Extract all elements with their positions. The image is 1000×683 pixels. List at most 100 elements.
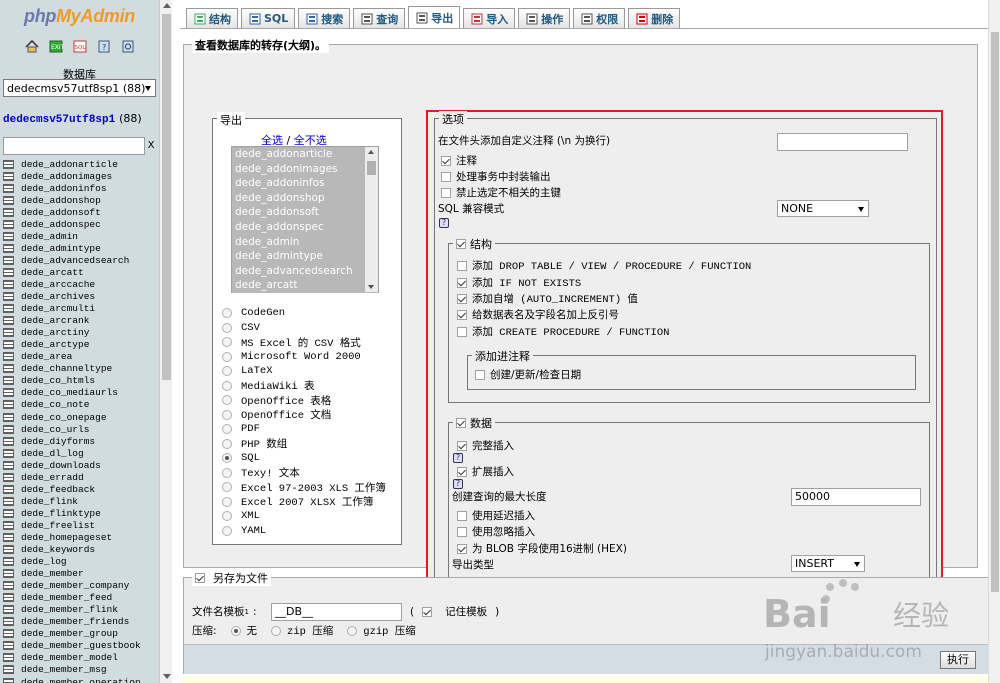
reload-icon[interactable] bbox=[120, 39, 135, 53]
sidebar-table-item[interactable]: dede_dl_log bbox=[3, 447, 159, 459]
table-icon[interactable] bbox=[3, 400, 14, 410]
export-table-multiselect[interactable]: dede_addonarticle dede_addonimages dede_ad… bbox=[231, 146, 379, 293]
format-option[interactable]: SQL bbox=[222, 451, 386, 466]
table-name[interactable]: dede_arctiny bbox=[21, 327, 89, 338]
table-icon[interactable] bbox=[3, 653, 14, 663]
table-name[interactable]: dede_arccache bbox=[21, 279, 95, 290]
format-option[interactable]: Microsoft Word 2000 bbox=[222, 350, 386, 365]
format-option[interactable]: Texy! 文本 bbox=[222, 466, 386, 480]
table-name[interactable]: dede_addonarticle bbox=[21, 159, 118, 170]
table-icon[interactable] bbox=[3, 448, 14, 458]
table-name[interactable]: dede_flinktype bbox=[21, 508, 101, 519]
tab-structure[interactable]: 结构 bbox=[186, 8, 238, 28]
hex-blob-checkbox[interactable] bbox=[457, 543, 467, 554]
table-name[interactable]: dede_member_operation bbox=[21, 677, 141, 683]
table-icon[interactable] bbox=[3, 159, 14, 169]
compress-none-radio[interactable] bbox=[230, 625, 241, 636]
execute-button[interactable]: 执行 bbox=[940, 651, 976, 669]
format-radio[interactable] bbox=[222, 438, 232, 449]
format-radio[interactable] bbox=[222, 380, 232, 391]
table-name[interactable]: dede_erradd bbox=[21, 472, 84, 483]
table-name[interactable]: dede_addoninfos bbox=[21, 183, 107, 194]
sidebar-table-item[interactable]: dede_member_friends bbox=[3, 616, 159, 628]
sidebar-scrollbar[interactable] bbox=[159, 0, 172, 683]
table-name[interactable]: dede_downloads bbox=[21, 460, 101, 471]
format-option[interactable]: PDF bbox=[222, 422, 386, 437]
format-option[interactable]: Excel 97-2003 XLS 工作簿 bbox=[222, 480, 386, 495]
table-icon[interactable] bbox=[3, 484, 14, 494]
delayed-insert-checkbox[interactable] bbox=[457, 510, 467, 521]
export-table-option[interactable]: dede_addoninfos bbox=[232, 176, 378, 191]
sidebar-table-item[interactable]: dede_co_urls bbox=[3, 423, 159, 435]
table-name[interactable]: dede_archives bbox=[21, 291, 95, 302]
database-select[interactable]: dedecmsv57utf8sp1 (88) bbox=[3, 79, 156, 97]
format-option[interactable]: PHP 数组 bbox=[222, 437, 386, 451]
export-table-option[interactable]: dede_admin bbox=[232, 234, 378, 250]
export-table-option[interactable]: dede_addonspec bbox=[232, 219, 378, 235]
sidebar-table-item[interactable]: dede_member_group bbox=[3, 628, 159, 640]
table-icon[interactable] bbox=[3, 183, 14, 193]
sidebar-table-item[interactable]: dede_co_mediaurls bbox=[3, 387, 159, 399]
sidebar-table-item[interactable]: dede_co_note bbox=[3, 399, 159, 411]
table-icon[interactable] bbox=[3, 328, 14, 338]
sidebar-table-item[interactable]: dede_member_operation bbox=[3, 676, 159, 683]
export-table-option[interactable]: dede_addonsoft bbox=[232, 205, 378, 220]
table-name[interactable]: dede_area bbox=[21, 351, 72, 362]
table-icon[interactable] bbox=[3, 304, 14, 314]
sidebar-table-item[interactable]: dede_freelist bbox=[3, 519, 159, 531]
delayed-insert-option[interactable]: 使用延迟插入 bbox=[457, 508, 535, 523]
filename-template-input[interactable]: __DB__ bbox=[271, 603, 402, 621]
filter-clear-button[interactable]: X bbox=[145, 137, 157, 155]
format-option[interactable]: MediaWiki 表 bbox=[222, 379, 386, 393]
data-legend[interactable]: 数据 bbox=[453, 415, 495, 431]
table-name[interactable]: dede_arcmulti bbox=[21, 303, 95, 314]
if-not-exists-checkbox[interactable] bbox=[457, 277, 467, 288]
auto-increment-option[interactable]: 添加自增 (AUTO_INCREMENT) 值 bbox=[457, 291, 638, 306]
tab-sql[interactable]: SQL bbox=[241, 8, 296, 28]
compress-gzip-radio[interactable] bbox=[347, 625, 358, 636]
sidebar-table-item[interactable]: dede_channeltype bbox=[3, 363, 159, 375]
table-icon[interactable] bbox=[3, 557, 14, 567]
format-radio[interactable] bbox=[222, 511, 232, 522]
sidebar-table-item[interactable]: dede_co_htmls bbox=[3, 375, 159, 387]
dates-checkbox[interactable] bbox=[475, 369, 485, 380]
table-icon[interactable] bbox=[3, 243, 14, 253]
table-name[interactable]: dede_addonsoft bbox=[21, 207, 101, 218]
main-scrollbar[interactable] bbox=[988, 0, 1000, 683]
format-radio[interactable] bbox=[222, 308, 232, 319]
ignore-insert-option[interactable]: 使用忽略插入 bbox=[457, 524, 535, 539]
database-link[interactable]: dedecmsv57utf8sp1 (88) bbox=[3, 112, 142, 126]
comments-option[interactable]: 注释 bbox=[441, 153, 477, 168]
export-table-option[interactable]: dede_addonshop bbox=[232, 190, 378, 206]
table-name[interactable]: dede_member_feed bbox=[21, 592, 112, 603]
format-radio[interactable] bbox=[222, 322, 232, 333]
tab-import[interactable]: 导入 bbox=[463, 8, 516, 28]
disable-fk-checkbox[interactable] bbox=[441, 187, 451, 198]
tab-query[interactable]: 查询 bbox=[353, 8, 406, 28]
sidebar-table-item[interactable]: dede_homepageset bbox=[3, 531, 159, 543]
table-name[interactable]: dede_keywords bbox=[21, 544, 95, 555]
table-icon[interactable] bbox=[3, 207, 14, 217]
extended-insert-checkbox[interactable] bbox=[457, 466, 467, 477]
tab-export[interactable]: 导出 bbox=[408, 6, 461, 28]
table-icon[interactable] bbox=[3, 532, 14, 542]
format-radio[interactable] bbox=[222, 351, 232, 362]
structure-checkbox[interactable] bbox=[456, 239, 466, 249]
save-as-file-checkbox[interactable] bbox=[195, 573, 205, 583]
sidebar-table-item[interactable]: dede_member_msg bbox=[3, 664, 159, 676]
table-name[interactable]: dede_co_htmls bbox=[21, 375, 95, 386]
compress-zip-radio[interactable] bbox=[271, 625, 282, 636]
table-name[interactable]: dede_freelist bbox=[21, 520, 95, 531]
table-icon[interactable] bbox=[3, 364, 14, 374]
disable-fk-option[interactable]: 禁止选定不相关的主键 bbox=[441, 185, 561, 200]
table-name[interactable]: dede_member_flink bbox=[21, 604, 118, 615]
table-name[interactable]: dede_admin bbox=[21, 231, 78, 242]
sidebar-table-item[interactable]: dede_member_company bbox=[3, 580, 159, 592]
hex-blob-option[interactable]: 为 BLOB 字段使用16进制 (HEX) bbox=[457, 541, 627, 556]
table-icon[interactable] bbox=[3, 496, 14, 506]
sidebar-table-item[interactable]: dede_arctype bbox=[3, 339, 159, 351]
auto-increment-checkbox[interactable] bbox=[457, 293, 467, 304]
format-option[interactable]: YAML bbox=[222, 524, 386, 539]
table-name[interactable]: dede_dl_log bbox=[21, 448, 84, 459]
table-icon[interactable] bbox=[3, 605, 14, 615]
